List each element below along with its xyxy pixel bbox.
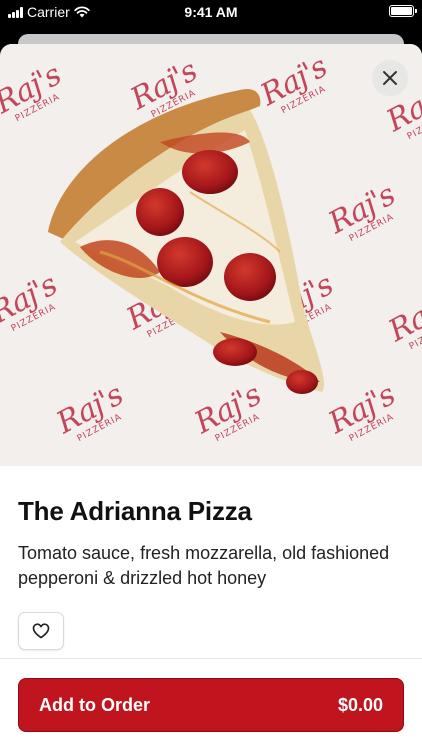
status-bar: Carrier 9:41 AM <box>0 0 422 26</box>
pizza-slice-image <box>48 88 324 394</box>
item-info: The Adrianna Pizza Tomato sauce, fresh m… <box>18 496 404 591</box>
status-right <box>389 5 417 17</box>
status-time: 9:41 AM <box>184 4 238 20</box>
item-description: Tomato sauce, fresh mozzarella, old fash… <box>18 543 390 588</box>
divider <box>0 658 422 659</box>
screen: Carrier 9:41 AM Raj's PIZZERIA Raj's PIZZE… <box>0 0 422 750</box>
add-to-order-button[interactable]: Add to Order $0.00 <box>18 678 404 732</box>
heart-icon <box>32 623 50 639</box>
favorite-button[interactable] <box>18 612 64 650</box>
pizzeria-logo: Raj'sPIZZERIA <box>383 285 422 353</box>
item-title: The Adrianna Pizza <box>18 496 252 526</box>
close-icon <box>383 71 397 85</box>
item-detail-sheet: Raj's PIZZERIA Raj's PIZZERIA Raj's PIZZERI… <box>0 44 422 750</box>
item-hero-image: Raj's PIZZERIA Raj's PIZZERIA Raj's PIZZERI… <box>0 44 422 466</box>
battery-icon <box>389 5 417 17</box>
add-to-order-label: Add to Order <box>39 694 150 715</box>
close-button[interactable] <box>372 60 408 96</box>
order-price: $0.00 <box>337 694 383 715</box>
